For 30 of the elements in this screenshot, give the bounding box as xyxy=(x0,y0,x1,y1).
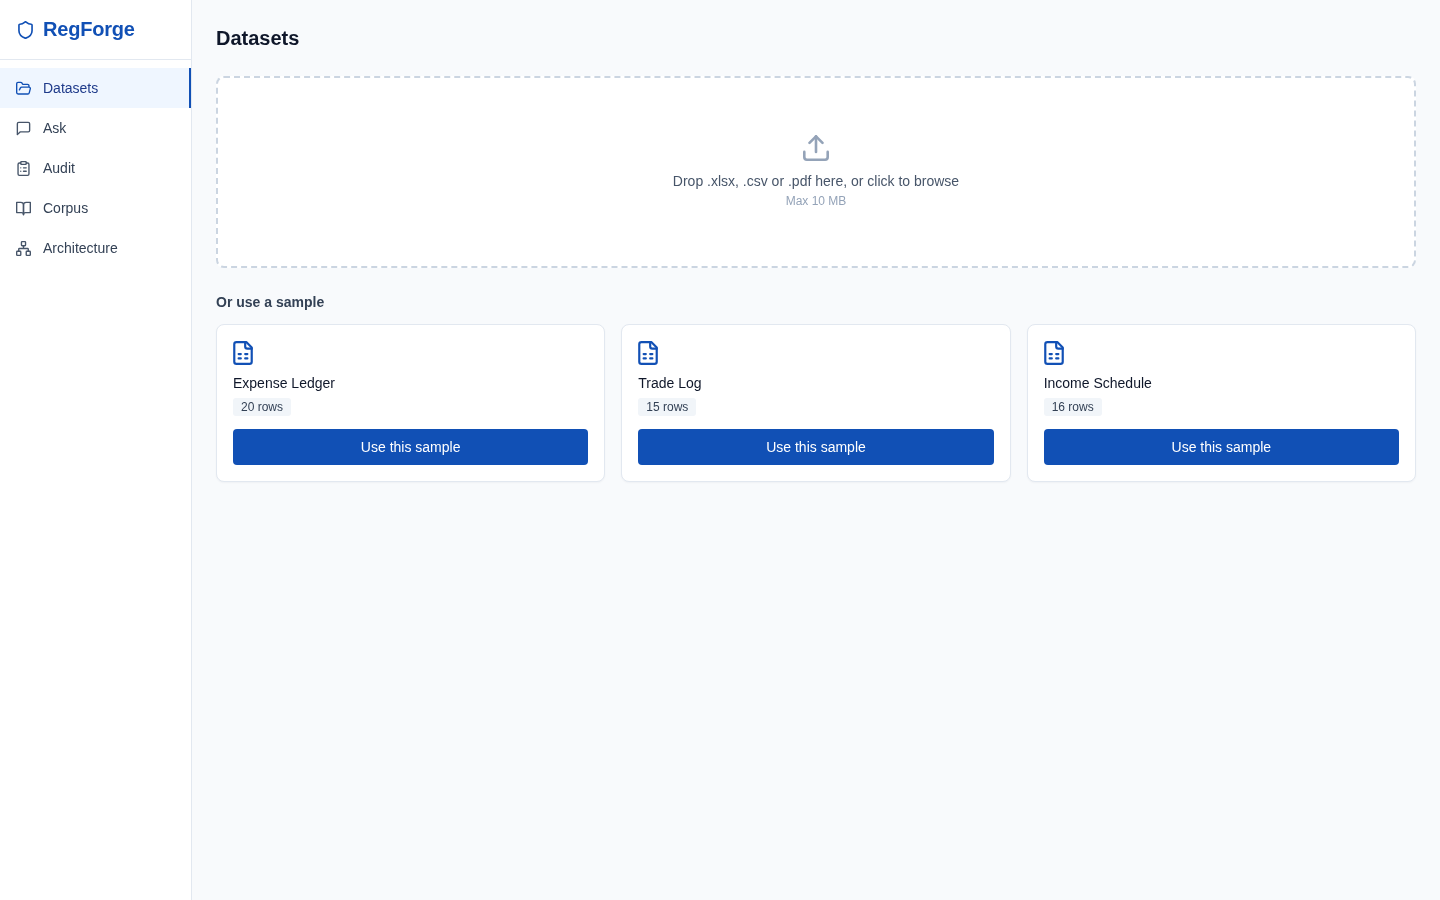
row-count-badge: 16 rows xyxy=(1043,398,1102,416)
sidebar-item[interactable]: Audit xyxy=(0,148,191,188)
spreadsheet-file-icon xyxy=(1043,341,1064,365)
sample-name: Expense Ledger xyxy=(233,374,335,393)
row-count-badge: 15 rows xyxy=(638,398,697,416)
spreadsheet-file-icon xyxy=(638,341,659,365)
sidebar-item[interactable]: Corpus xyxy=(0,188,191,228)
page-title: Datasets xyxy=(216,26,301,51)
file-size-limit: Max 10 MB xyxy=(785,193,847,209)
row-count-badge: 20 rows xyxy=(233,398,292,416)
spreadsheet-file-icon xyxy=(233,341,253,365)
book-icon xyxy=(16,200,31,216)
chat-bubble-icon xyxy=(16,120,31,136)
section-heading: Or use a sample xyxy=(216,293,326,312)
use-sample-button[interactable]: Use this sample xyxy=(638,429,994,465)
hierarchy-icon xyxy=(16,240,31,256)
sample-name: Trade Log xyxy=(638,374,702,393)
shield-icon xyxy=(18,20,33,39)
brand-name: RegForge xyxy=(43,18,135,41)
upload-dropzone[interactable]: Drop .xlsx, .csv or .pdf here, or click to browse Max 10 MB xyxy=(216,76,1416,268)
use-sample-button[interactable]: Use this sample xyxy=(233,429,589,465)
sidebar-item[interactable]: Architecture xyxy=(0,228,191,268)
dropzone-prompt: Drop .xlsx, .csv or .pdf here, or click to browse xyxy=(672,172,960,191)
folder-icon xyxy=(16,80,31,96)
upload-icon xyxy=(803,135,829,161)
clipboard-icon xyxy=(16,160,31,176)
use-sample-button[interactable]: Use this sample xyxy=(1043,429,1399,465)
sidebar-item[interactable]: Ask xyxy=(0,108,191,148)
sidebar-item[interactable]: Datasets xyxy=(0,68,191,108)
sample-name: Income Schedule xyxy=(1043,374,1152,393)
